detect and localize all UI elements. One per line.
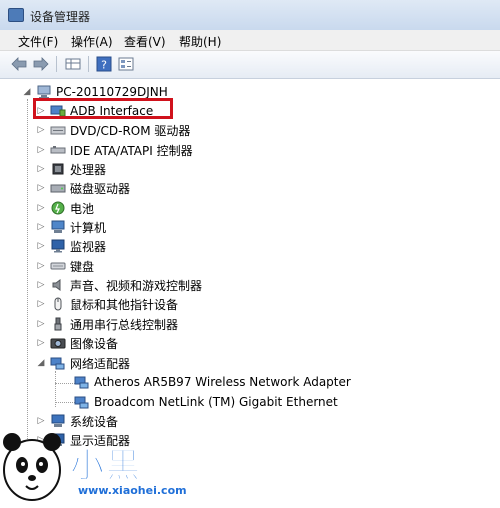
tree-item-keyboard[interactable]: ▷ 键盘 — [36, 257, 94, 275]
toolbar-separator — [88, 56, 89, 72]
tree-item-label: 计算机 — [70, 220, 107, 235]
tree-item-disk-drive[interactable]: ▷ 磁盘驱动器 — [36, 179, 130, 197]
computer-root-icon — [36, 85, 52, 99]
window-title: 设备管理器 — [30, 10, 91, 24]
device-manager-icon — [8, 8, 24, 22]
watermark-brand: 小黑 游戏 — [70, 446, 184, 487]
tree-root-label: PC-20110729DJNH — [56, 85, 168, 99]
tree-item-label: 处理器 — [70, 162, 107, 177]
watermark-url: www.xiaohei.com — [78, 484, 187, 497]
collapse-icon[interactable]: ◢ — [36, 358, 46, 368]
tree-item-usb[interactable]: ▷ 通用串行总线控制器 — [36, 315, 178, 333]
device-view-icon[interactable] — [117, 55, 135, 73]
ide-controller-icon — [50, 143, 66, 157]
watermark-logo: 小黑 游戏 www.xiaohei.com — [0, 420, 200, 505]
forward-icon[interactable] — [32, 55, 50, 73]
tree-item-label: 磁盘驱动器 — [70, 181, 131, 196]
tree-item-network-adapters[interactable]: ◢ 网络适配器 — [36, 354, 130, 372]
expand-icon[interactable]: ▷ — [36, 222, 46, 232]
tree-item-imaging[interactable]: ▷ 图像设备 — [36, 334, 118, 352]
tree-subitem-atheros[interactable]: Atheros AR5B97 Wireless Network Adapter — [70, 373, 351, 391]
tree-item-label: 声音、视频和游戏控制器 — [70, 278, 203, 293]
expand-icon[interactable]: ▷ — [36, 261, 46, 271]
tree-item-dvd-drive[interactable]: ▷ DVD/CD-ROM 驱动器 — [36, 121, 191, 139]
expand-icon[interactable]: ▷ — [36, 145, 46, 155]
expand-icon[interactable]: ▷ — [36, 125, 46, 135]
tree-item-label: DVD/CD-ROM 驱动器 — [70, 123, 191, 138]
highlight-box — [33, 98, 173, 119]
back-icon[interactable] — [10, 55, 28, 73]
collapse-icon[interactable]: ◢ — [22, 87, 32, 97]
properties-grid-icon[interactable] — [64, 55, 82, 73]
tree-item-monitor[interactable]: ▷ 监视器 — [36, 237, 106, 255]
network-adapter-icon — [74, 395, 90, 409]
tree-item-label: 电池 — [70, 201, 95, 216]
processor-icon — [50, 162, 66, 176]
tree-item-battery[interactable]: ▷ 电池 — [36, 199, 94, 217]
tree-item-label: 网络适配器 — [70, 356, 131, 371]
network-adapter-icon — [50, 356, 66, 370]
camera-icon — [50, 336, 66, 350]
tree-item-ide-controller[interactable]: ▷ IDE ATA/ATAPI 控制器 — [36, 141, 193, 159]
tree-item-label: IDE ATA/ATAPI 控制器 — [70, 143, 193, 158]
monitor-icon — [50, 239, 66, 253]
expand-icon[interactable]: ▷ — [36, 299, 46, 309]
expand-icon[interactable]: ▷ — [36, 338, 46, 348]
toolbar-separator — [56, 56, 57, 72]
tree-item-label: 鼠标和其他指针设备 — [70, 297, 179, 312]
tree-item-label: Atheros AR5B97 Wireless Network Adapter — [94, 375, 351, 389]
battery-icon — [50, 201, 66, 215]
expand-icon[interactable]: ▷ — [36, 241, 46, 251]
expand-icon[interactable]: ▷ — [36, 203, 46, 213]
menu-view[interactable]: 查看(V) — [124, 33, 166, 50]
menu-action[interactable]: 操作(A) — [71, 33, 113, 50]
help-icon[interactable]: ? — [95, 55, 113, 73]
computer-icon — [50, 220, 66, 234]
expand-icon[interactable]: ▷ — [36, 183, 46, 193]
network-adapter-icon — [74, 375, 90, 389]
dvd-drive-icon — [50, 123, 66, 137]
expand-icon[interactable]: ▷ — [36, 280, 46, 290]
tree-item-computer[interactable]: ▷ 计算机 — [36, 218, 106, 236]
menu-bar: 文件(F) 操作(A) 查看(V) 帮助(H) — [0, 30, 500, 51]
mouse-icon — [50, 297, 66, 311]
svg-text:?: ? — [101, 59, 107, 72]
tree-item-sound[interactable]: ▷ 声音、视频和游戏控制器 — [36, 276, 202, 294]
tree-item-mouse[interactable]: ▷ 鼠标和其他指针设备 — [36, 295, 178, 313]
window-titlebar: 设备管理器 — [0, 0, 500, 31]
menu-help[interactable]: 帮助(H) — [179, 33, 221, 50]
tree-item-label: 键盘 — [70, 259, 95, 274]
disk-drive-icon — [50, 181, 66, 195]
tree-line — [27, 99, 28, 449]
sound-icon — [50, 278, 66, 292]
tree-subitem-broadcom[interactable]: Broadcom NetLink (TM) Gigabit Ethernet — [70, 393, 338, 411]
tree-item-label: Broadcom NetLink (TM) Gigabit Ethernet — [94, 395, 338, 409]
tree-item-label: 通用串行总线控制器 — [70, 317, 179, 332]
tree-item-label: 图像设备 — [70, 336, 119, 351]
expand-icon[interactable]: ▷ — [36, 164, 46, 174]
tree-item-processor[interactable]: ▷ 处理器 — [36, 160, 106, 178]
expand-icon[interactable]: ▷ — [36, 319, 46, 329]
menu-file[interactable]: 文件(F) — [18, 33, 58, 50]
toolbar: ? — [0, 51, 500, 79]
keyboard-icon — [50, 259, 66, 273]
tree-item-label: 监视器 — [70, 239, 107, 254]
usb-icon — [50, 317, 66, 331]
